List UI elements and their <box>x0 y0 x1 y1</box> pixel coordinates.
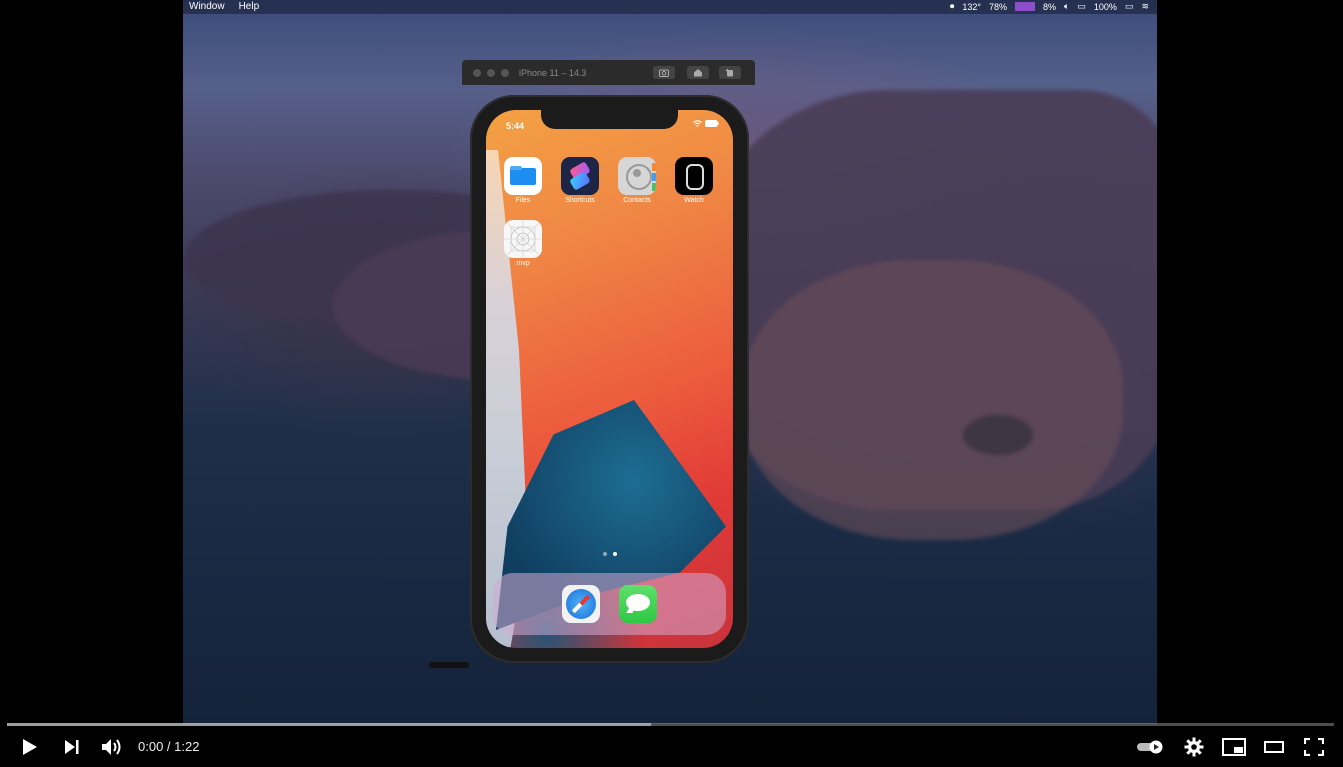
menu-help[interactable]: Help <box>239 1 260 12</box>
miniplayer-button[interactable] <box>1220 736 1248 758</box>
battery-icon[interactable]: ▭ <box>1125 1 1134 12</box>
page-dot <box>603 552 607 556</box>
video-frame[interactable]: Window Help ⏺ 132° 78% 8% 🔈︎ ▭ 100% ▭ ≋ … <box>183 0 1157 724</box>
island-right-rock <box>743 260 1123 540</box>
dock <box>493 573 726 635</box>
app-label: mvp <box>516 260 530 267</box>
files-icon <box>504 157 542 195</box>
temp-readout: 132° <box>962 1 981 12</box>
fullscreen-button[interactable] <box>1300 736 1328 758</box>
phone-notch <box>541 110 678 129</box>
app-label: Files <box>515 197 531 204</box>
home-button[interactable] <box>687 66 709 79</box>
zoom-window-button[interactable] <box>501 69 509 77</box>
safari-icon[interactable] <box>562 585 600 623</box>
close-window-button[interactable] <box>473 69 481 77</box>
messages-icon[interactable] <box>619 585 657 623</box>
next-button[interactable] <box>58 736 86 758</box>
volume-icon[interactable]: 🔈︎ <box>1064 1 1069 12</box>
iphone-screen[interactable]: 5:44 Files Shortcuts Contacts Watch mvp <box>486 110 733 648</box>
app-mvp[interactable]: mvp <box>495 220 551 267</box>
wifi-icon[interactable]: ≋ <box>1141 1 1149 12</box>
settings-button[interactable] <box>1180 736 1208 758</box>
page-indicator[interactable] <box>603 552 617 556</box>
app-label: Contacts <box>623 197 651 204</box>
screenshot-button[interactable] <box>653 66 675 79</box>
fullscreen-icon <box>1304 738 1324 756</box>
volume-icon <box>102 739 121 755</box>
page-dot-active <box>613 552 617 556</box>
time-display: 0:00 / 1:22 <box>138 739 200 754</box>
gear-icon <box>1184 737 1204 757</box>
app-files[interactable]: Files <box>495 157 551 204</box>
mac-menu-bar: Window Help ⏺ 132° 78% 8% 🔈︎ ▭ 100% ▭ ≋ <box>183 0 1157 14</box>
app-contacts[interactable]: Contacts <box>609 157 665 204</box>
wifi-icon <box>693 120 702 127</box>
app-label: Watch <box>684 197 704 204</box>
app-shortcuts[interactable]: Shortcuts <box>552 157 608 204</box>
camera-icon <box>659 69 669 77</box>
theater-icon <box>1264 741 1284 753</box>
simulator-title: iPhone 11 – 14.3 <box>519 68 587 78</box>
battery-icon <box>705 120 719 127</box>
mvp-app-icon <box>504 220 542 258</box>
battery-readout: 100% <box>1093 1 1117 12</box>
autoplay-icon <box>1137 740 1163 754</box>
phone-clock: 5:44 <box>506 121 525 131</box>
player-controls: 0:00 / 1:22 <box>0 728 1343 767</box>
rotate-button[interactable] <box>719 66 741 79</box>
menu-window[interactable]: Window <box>189 1 225 12</box>
rock-islet <box>963 415 1033 455</box>
rotate-icon <box>725 68 733 77</box>
progress-buffered <box>7 723 651 726</box>
home-icon <box>694 69 702 77</box>
mem-readout: 8% <box>1042 1 1056 12</box>
play-icon <box>23 739 37 755</box>
cpu-readout: 78% <box>988 1 1007 12</box>
watch-icon <box>675 157 713 195</box>
phone-status-icons <box>693 120 719 127</box>
app-label: Shortcuts <box>565 197 595 204</box>
record-icon[interactable]: ⏺ <box>950 1 955 12</box>
iphone-device: 5:44 Files Shortcuts Contacts Watch mvp <box>470 95 749 663</box>
minimize-window-button[interactable] <box>487 69 495 77</box>
progress-bar[interactable] <box>7 723 1334 726</box>
miniplayer-icon <box>1222 738 1246 756</box>
skip-next-icon <box>65 740 79 754</box>
cpu-graph <box>1014 2 1035 11</box>
phone-stand-shadow <box>429 662 469 668</box>
theater-mode-button[interactable] <box>1260 736 1288 758</box>
simulator-titlebar[interactable]: iPhone 11 – 14.3 <box>462 60 755 85</box>
play-button[interactable] <box>16 736 44 758</box>
mute-button[interactable] <box>98 736 126 758</box>
app-watch[interactable]: Watch <box>666 157 722 204</box>
contacts-icon <box>618 157 656 195</box>
autoplay-toggle[interactable] <box>1136 736 1164 758</box>
shortcuts-icon <box>561 157 599 195</box>
airplay-icon[interactable]: ▭ <box>1077 1 1086 12</box>
